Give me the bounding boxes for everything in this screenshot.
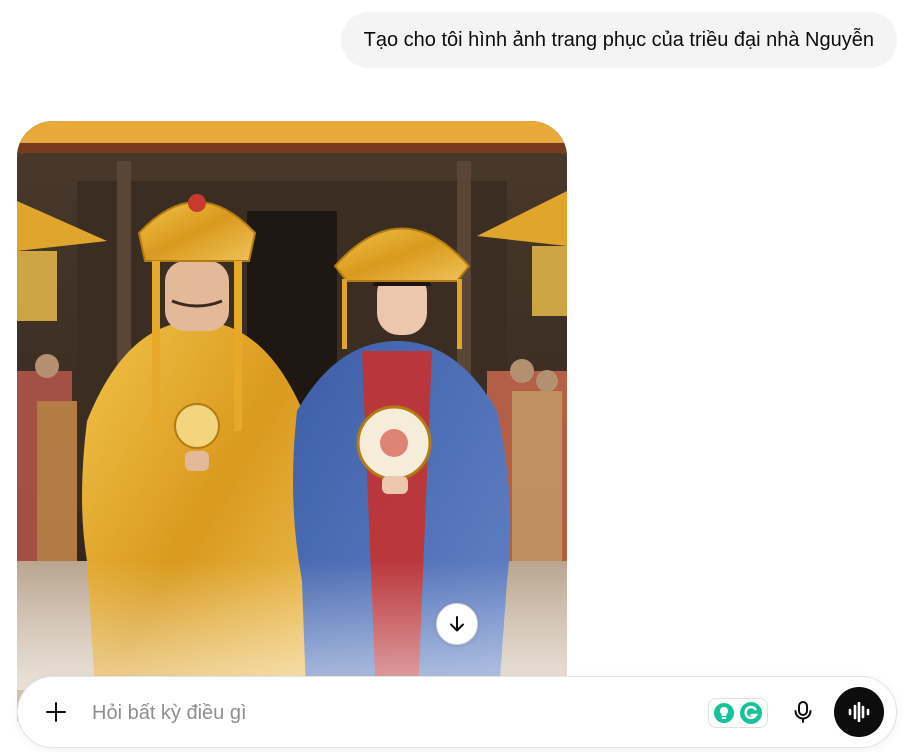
- microphone-icon: [794, 701, 812, 723]
- lightbulb-icon[interactable]: [713, 702, 735, 724]
- user-message-bubble: Tạo cho tôi hình ảnh trang phục của triề…: [340, 12, 897, 68]
- generated-image[interactable]: [17, 121, 567, 721]
- add-attachment-button[interactable]: [40, 696, 72, 728]
- microphone-button[interactable]: [788, 697, 818, 727]
- chat-page: Tạo cho tôi hình ảnh trang phục của triề…: [0, 0, 922, 752]
- voice-mode-button[interactable]: [834, 687, 884, 737]
- generated-image-art: [17, 121, 567, 721]
- voice-waveform-icon: [848, 702, 870, 722]
- message-composer: [17, 676, 897, 748]
- message-input[interactable]: [90, 695, 694, 731]
- scroll-down-button[interactable]: [436, 603, 478, 645]
- grammarly-icon[interactable]: [739, 701, 763, 725]
- plus-icon: [46, 702, 66, 722]
- arrow-down-icon: [450, 616, 464, 632]
- user-message-text: Tạo cho tôi hình ảnh trang phục của triề…: [363, 28, 874, 51]
- extension-buttons[interactable]: [708, 698, 768, 728]
